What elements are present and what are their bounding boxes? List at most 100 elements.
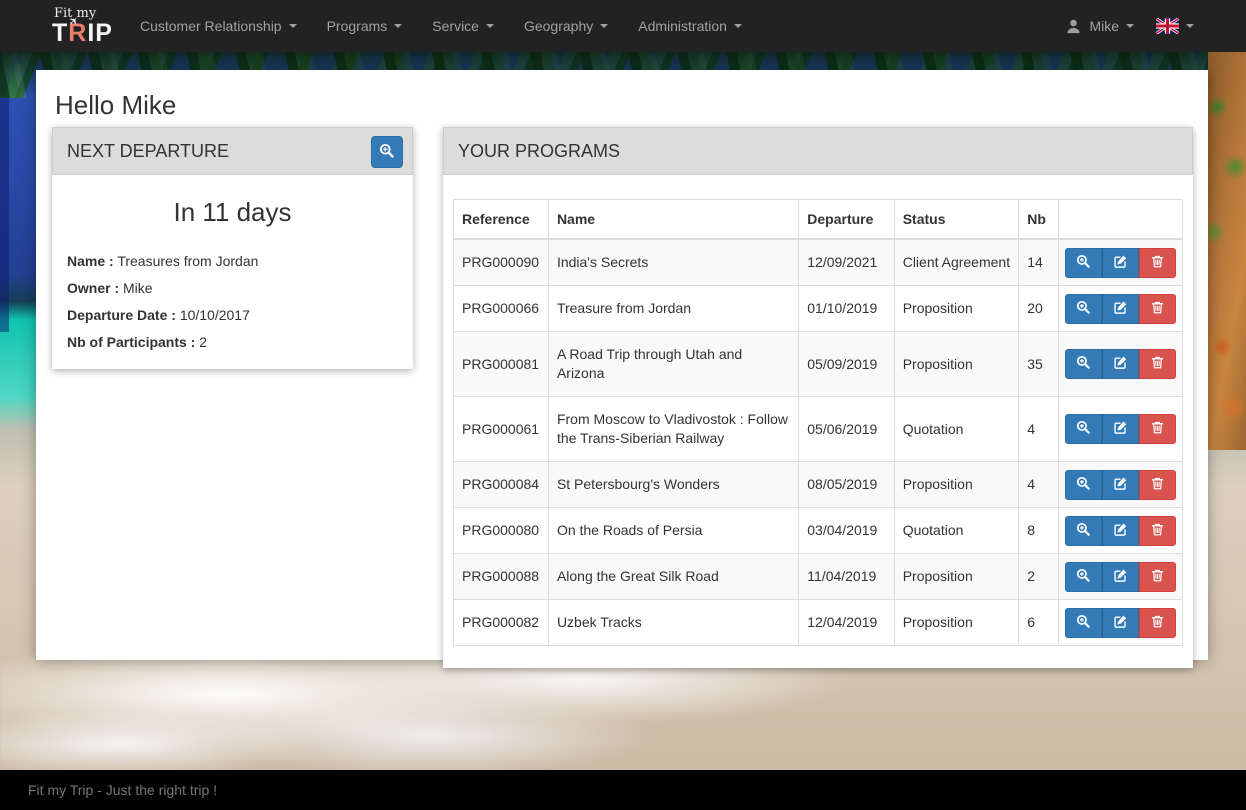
cell-departure: 05/06/2019 [799,397,894,462]
cell-status: Proposition [894,600,1019,646]
cell-actions [1059,332,1183,397]
cell-reference: PRG000082 [454,600,549,646]
edit-button[interactable] [1102,562,1139,592]
row-action-group [1065,608,1176,638]
nav-menu-item[interactable]: Administration [623,0,757,52]
cell-departure: 01/10/2019 [799,286,894,332]
table-row: PRG000090 India's Secrets 12/09/2021 Cli… [454,239,1183,286]
uk-flag-icon [1156,18,1179,34]
row-action-group [1065,349,1176,379]
trash-icon [1150,355,1165,373]
cell-nb: 2 [1019,554,1059,600]
cell-status: Proposition [894,462,1019,508]
cell-status: Quotation [894,397,1019,462]
next-departure-search-button[interactable] [371,136,403,168]
view-button[interactable] [1065,349,1102,379]
detail-field-value: 10/10/2017 [180,307,250,323]
cell-actions [1059,239,1183,286]
edit-button[interactable] [1102,516,1139,546]
view-button[interactable] [1065,562,1102,592]
edit-button[interactable] [1102,414,1139,444]
chevron-down-icon [394,24,402,28]
zoom-in-icon [1076,355,1091,373]
view-button[interactable] [1065,414,1102,444]
language-menu[interactable] [1156,18,1194,34]
detail-field: Owner : Mike [67,280,398,296]
edit-button[interactable] [1102,294,1139,324]
edit-icon [1113,522,1128,540]
cell-name: A Road Trip through Utah and Arizona [548,332,798,397]
brand-logo[interactable]: Fit my TR✈IP [52,7,113,46]
cell-actions [1059,508,1183,554]
nav-menu-item[interactable]: Customer Relationship [125,0,312,52]
nav-menu-item[interactable]: Service [417,0,509,52]
edit-button[interactable] [1102,248,1139,278]
column-header-reference: Reference [454,200,549,240]
delete-button[interactable] [1139,608,1176,638]
table-row: PRG000088 Along the Great Silk Road 11/0… [454,554,1183,600]
nav-menu-item[interactable]: Geography [509,0,623,52]
delete-button[interactable] [1139,294,1176,324]
edit-button[interactable] [1102,608,1139,638]
delete-button[interactable] [1139,248,1176,278]
table-row: PRG000080 On the Roads of Persia 03/04/2… [454,508,1183,554]
column-header-status: Status [894,200,1019,240]
page-title: Hello Mike [55,90,176,121]
next-departure-panel: NEXT DEPARTURE In 11 days Name : [52,127,413,369]
detail-field-label: Name : [67,253,114,269]
view-button[interactable] [1065,294,1102,324]
next-departure-header: NEXT DEPARTURE [52,127,413,175]
edit-button[interactable] [1102,470,1139,500]
delete-button[interactable] [1139,414,1176,444]
row-action-group [1065,294,1176,324]
programs-table-head: Reference Name Departure Status Nb [454,200,1183,240]
app-window: Fit my TR✈IP Customer Relationship Progr… [0,0,1246,810]
cell-status: Quotation [894,508,1019,554]
cell-reference: PRG000084 [454,462,549,508]
table-row: PRG000082 Uzbek Tracks 12/04/2019 Propos… [454,600,1183,646]
cell-reference: PRG000090 [454,239,549,286]
footer-text: Fit my Trip - Just the right trip ! [28,782,217,798]
countdown-text: In 11 days [67,197,398,228]
nav-menu-item-label: Service [432,18,479,34]
delete-button[interactable] [1139,349,1176,379]
view-button[interactable] [1065,516,1102,546]
programs-body: Reference Name Departure Status Nb PRG00… [443,175,1193,668]
delete-button[interactable] [1139,470,1176,500]
cell-reference: PRG000088 [454,554,549,600]
column-header-nb: Nb [1019,200,1059,240]
detail-field: Nb of Participants : 2 [67,334,398,350]
next-departure-fields: Name : Treasures from Jordan Owner : Mik… [67,253,398,350]
cell-status: Proposition [894,554,1019,600]
edit-button[interactable] [1102,349,1139,379]
delete-button[interactable] [1139,516,1176,546]
view-button[interactable] [1065,470,1102,500]
edit-icon [1113,254,1128,272]
cell-departure: 12/04/2019 [799,600,894,646]
cell-nb: 4 [1019,462,1059,508]
view-button[interactable] [1065,608,1102,638]
user-menu-label: Mike [1089,18,1119,34]
programs-title: YOUR PROGRAMS [458,141,620,162]
user-menu[interactable]: Mike [1065,18,1134,35]
cell-actions [1059,554,1183,600]
chevron-down-icon [734,24,742,28]
edit-icon [1113,300,1128,318]
brand-letters-ip: IP [87,19,113,47]
view-button[interactable] [1065,248,1102,278]
trash-icon [1150,300,1165,318]
cell-status: Proposition [894,286,1019,332]
zoom-in-icon [1076,614,1091,632]
cell-departure: 11/04/2019 [799,554,894,600]
cell-departure: 12/09/2021 [799,239,894,286]
trash-icon [1150,254,1165,272]
row-action-group [1065,516,1176,546]
delete-button[interactable] [1139,562,1176,592]
cell-nb: 6 [1019,600,1059,646]
detail-field-value: Treasures from Jordan [117,253,258,269]
row-action-group [1065,562,1176,592]
nav-menu-item[interactable]: Programs [312,0,418,52]
cell-name: St Petersbourg's Wonders [548,462,798,508]
column-header-departure: Departure [799,200,894,240]
trash-icon [1150,420,1165,438]
